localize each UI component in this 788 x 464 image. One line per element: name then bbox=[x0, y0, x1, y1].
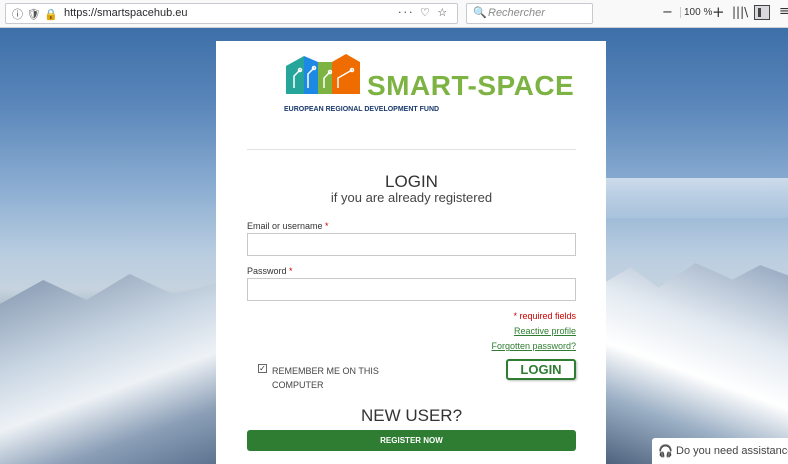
password-field[interactable] bbox=[247, 278, 576, 301]
headset-icon: 🎧 bbox=[658, 444, 673, 458]
zoom-in-button[interactable]: + bbox=[712, 3, 725, 21]
divider bbox=[247, 149, 576, 150]
reactivate-profile-link[interactable]: Reactive profile bbox=[380, 326, 576, 336]
site-info-icon[interactable]: ⓘ 🛡 🔒 bbox=[12, 6, 58, 22]
forgot-password-link[interactable]: Forgotten password? bbox=[380, 341, 576, 351]
sidebar-icon[interactable] bbox=[754, 5, 770, 20]
bookmark-star-icon: ☆ bbox=[437, 6, 450, 19]
tracking-shield-icon: 🛡 bbox=[26, 8, 41, 21]
url-bar[interactable]: ⓘ 🛡 🔒 https://smartspacehub.eu ··· ♡ ☆ bbox=[5, 3, 458, 24]
password-label-text: Password bbox=[247, 266, 287, 276]
email-field[interactable] bbox=[247, 233, 576, 256]
pocket-icon: ♡ bbox=[420, 6, 432, 19]
url-text[interactable]: https://smartspacehub.eu bbox=[64, 7, 188, 19]
required-star: * bbox=[289, 266, 293, 276]
brand-name: SMART-SPACE bbox=[367, 70, 575, 101]
menu-icon[interactable]: ≡ bbox=[779, 4, 788, 19]
new-user-heading: NEW USER? bbox=[360, 406, 463, 425]
password-label: Password * bbox=[247, 266, 293, 276]
zoom-level[interactable]: 100 % bbox=[680, 7, 712, 18]
lock-icon: 🔒 bbox=[43, 8, 58, 21]
cloud-band bbox=[603, 178, 788, 218]
remember-label[interactable]: REMEMBER ME ON THIS COMPUTER bbox=[272, 364, 392, 392]
register-button[interactable]: REGISTER NOW bbox=[247, 430, 576, 451]
login-title: LOGIN bbox=[385, 172, 438, 191]
assistance-widget[interactable]: 🎧 Do you need assistance bbox=[652, 438, 788, 464]
search-input[interactable]: Rechercher bbox=[488, 7, 545, 19]
email-label-text: Email or username bbox=[247, 221, 323, 231]
login-subtitle: if you are already registered bbox=[330, 190, 493, 205]
fund-text: EUROPEAN REGIONAL DEVELOPMENT FUND bbox=[284, 106, 440, 113]
zoom-out-button[interactable]: − bbox=[662, 5, 673, 20]
required-star: * bbox=[325, 221, 329, 231]
mountains-right bbox=[603, 263, 788, 464]
page-actions-icon[interactable]: ··· ♡ ☆ bbox=[398, 6, 449, 19]
required-note: * required fields bbox=[513, 311, 576, 321]
assistance-text[interactable]: Do you need assistance bbox=[676, 445, 788, 457]
browser-toolbar: ⓘ 🛡 🔒 https://smartspacehub.eu ··· ♡ ☆ 🔍… bbox=[0, 0, 788, 28]
search-bar[interactable]: 🔍 Rechercher bbox=[466, 3, 593, 24]
email-label: Email or username * bbox=[247, 221, 329, 231]
search-icon: 🔍 bbox=[473, 6, 487, 19]
remember-checkbox[interactable]: ✓ bbox=[258, 364, 267, 373]
login-button[interactable]: LOGIN bbox=[506, 359, 576, 380]
mountains-left bbox=[0, 274, 216, 464]
library-icon[interactable]: |||\ bbox=[732, 5, 748, 19]
